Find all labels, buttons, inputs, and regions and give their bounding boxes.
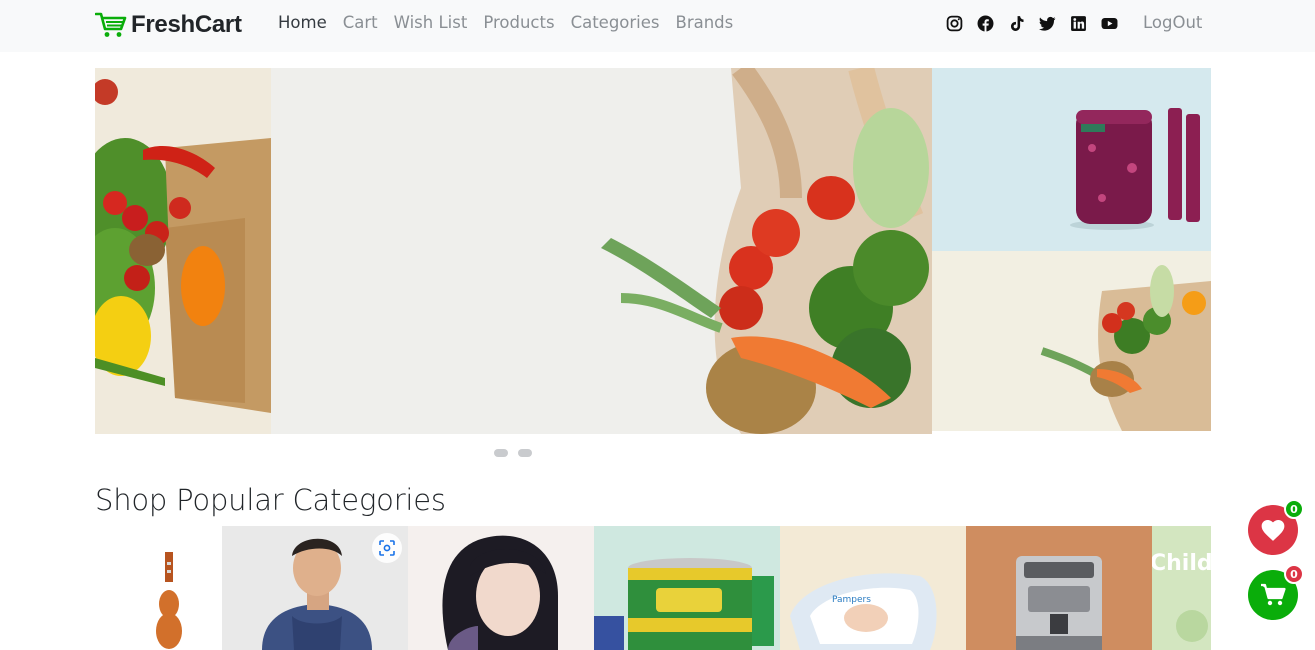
nav-cart[interactable]: Cart <box>335 12 386 34</box>
category-card-womens-fashion[interactable] <box>408 526 594 650</box>
heart-icon <box>1261 520 1285 541</box>
instagram-icon[interactable] <box>945 14 963 32</box>
nav-brands[interactable]: Brands <box>668 12 742 34</box>
cart-logo-icon <box>95 12 127 37</box>
category-card-home[interactable] <box>966 526 1152 650</box>
svg-text:Pampers: Pampers <box>832 595 871 605</box>
nav-home[interactable]: Home <box>270 12 335 34</box>
category-card-baby-toys[interactable]: Pampers <box>780 526 966 650</box>
logout-link[interactable]: LogOut <box>1143 12 1202 34</box>
slider-dot-1[interactable] <box>494 449 508 457</box>
category-slider: Pampers Child <box>95 526 1211 650</box>
main-nav: Home Cart Wish List Products Categories … <box>270 12 741 34</box>
nav-categories[interactable]: Categories <box>563 12 668 34</box>
linkedin-icon[interactable] <box>1069 14 1087 32</box>
slider-dot-2[interactable] <box>518 449 532 457</box>
category-card-mens-fashion[interactable] <box>222 526 408 650</box>
main-slider[interactable] <box>95 68 932 434</box>
section-title: Shop Popular Categories <box>95 483 446 517</box>
tiktok-icon[interactable] <box>1007 14 1025 32</box>
side-banner-grocery-bag[interactable] <box>932 251 1211 431</box>
nav-products[interactable]: Products <box>475 12 562 34</box>
side-banner-wafer-rolls[interactable] <box>932 68 1211 251</box>
category-card-books[interactable]: Child <box>1152 526 1211 650</box>
youtube-icon[interactable] <box>1100 14 1118 32</box>
navbar: FreshCart Home Cart Wish List Products C… <box>0 0 1315 52</box>
social-links <box>945 14 1131 32</box>
brand-logo[interactable]: FreshCart <box>95 10 242 40</box>
category-card-music[interactable] <box>95 526 222 650</box>
visual-search-icon[interactable] <box>372 533 402 563</box>
slider-image-vegetables-bag <box>271 68 932 434</box>
nav-wish-list[interactable]: Wish List <box>386 12 476 34</box>
category-card-supermarket[interactable] <box>594 526 780 650</box>
facebook-icon[interactable] <box>976 14 994 32</box>
wishlist-count-badge: 0 <box>1284 499 1304 519</box>
slider-dots <box>494 449 542 457</box>
svg-text:Child: Child <box>1152 551 1211 576</box>
slider-image-grocery-bag <box>95 68 271 434</box>
cart-count-badge: 0 <box>1284 564 1304 584</box>
shopping-cart-icon <box>1261 583 1286 606</box>
twitter-icon[interactable] <box>1038 14 1056 32</box>
brand-name: FreshCart <box>131 11 242 38</box>
